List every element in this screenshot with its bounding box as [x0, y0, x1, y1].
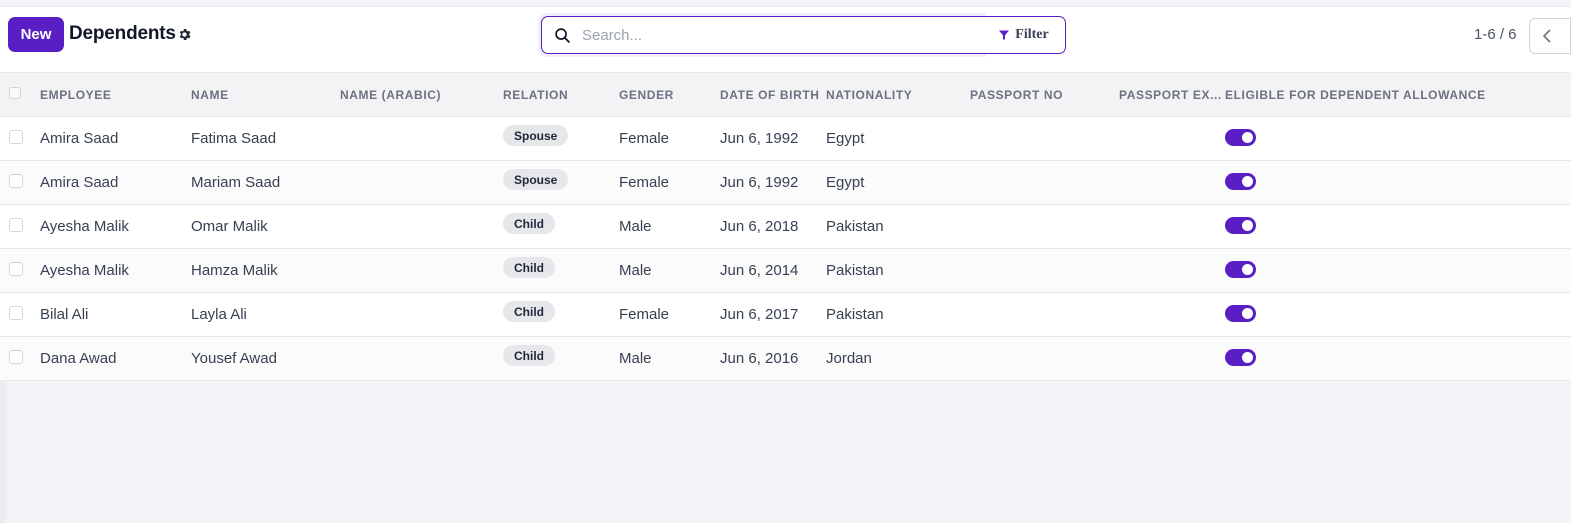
eligible-toggle[interactable]: [1225, 217, 1256, 234]
cell-nationality: Egypt: [826, 174, 865, 191]
dependents-table: EMPLOYEE NAME NAME (ARABIC) RELATION GEN…: [0, 72, 1571, 381]
column-eligible-allowance[interactable]: ELIGIBLE FOR DEPENDENT ALLOWANCE: [1225, 88, 1486, 102]
cell-date-of-birth: Jun 6, 2017: [720, 306, 799, 323]
relation-badge: Child: [503, 213, 555, 234]
row-checkbox[interactable]: [9, 262, 23, 276]
eligible-toggle[interactable]: [1225, 305, 1256, 322]
column-relation[interactable]: RELATION: [503, 88, 568, 102]
cell-date-of-birth: Jun 6, 2016: [720, 350, 799, 367]
row-checkbox[interactable]: [9, 174, 23, 188]
page-title: Dependents: [69, 23, 176, 44]
search-box[interactable]: [541, 16, 983, 54]
table-row[interactable]: Dana Awad Yousef Awad Child Male Jun 6, …: [0, 337, 1571, 381]
cell-nationality: Pakistan: [826, 218, 884, 235]
cell-gender: Female: [619, 306, 670, 323]
eligible-toggle[interactable]: [1225, 261, 1256, 278]
cell-gender: Male: [619, 262, 652, 279]
relation-badge: Spouse: [503, 125, 569, 146]
previous-page-button[interactable]: [1529, 18, 1565, 54]
cell-gender: Male: [619, 218, 652, 235]
cell-date-of-birth: Jun 6, 2014: [720, 262, 799, 279]
top-border: [0, 0, 1571, 7]
column-passport-no[interactable]: PASSPORT NO: [970, 88, 1063, 102]
column-nationality[interactable]: NATIONALITY: [826, 88, 912, 102]
cell-nationality: Pakistan: [826, 262, 884, 279]
eligible-toggle[interactable]: [1225, 349, 1256, 366]
pagination-count: 1-6 / 6: [1474, 26, 1517, 43]
filter-button[interactable]: Filter: [982, 16, 1066, 54]
column-employee[interactable]: EMPLOYEE: [40, 88, 111, 102]
table-row[interactable]: Amira Saad Fatima Saad Spouse Female Jun…: [0, 117, 1571, 161]
relation-badge: Child: [503, 257, 555, 278]
cell-date-of-birth: Jun 6, 1992: [720, 130, 799, 147]
cell-nationality: Pakistan: [826, 306, 884, 323]
cell-date-of-birth: Jun 6, 1992: [720, 174, 799, 191]
cell-employee: Ayesha Malik: [40, 262, 129, 279]
cell-gender: Male: [619, 350, 652, 367]
cell-gender: Female: [619, 130, 670, 147]
cell-nationality: Jordan: [826, 350, 872, 367]
cell-employee: Bilal Ali: [40, 306, 89, 323]
column-name[interactable]: NAME: [191, 88, 229, 102]
table-row[interactable]: Ayesha Malik Omar Malik Child Male Jun 6…: [0, 205, 1571, 249]
cell-gender: Female: [619, 174, 670, 191]
search-icon: [555, 28, 570, 43]
cell-name: Fatima Saad: [191, 130, 277, 147]
filter-label: Filter: [1015, 27, 1049, 42]
relation-badge: Child: [503, 301, 555, 322]
cell-nationality: Egypt: [826, 130, 865, 147]
table-row[interactable]: Bilal Ali Layla Ali Child Female Jun 6, …: [0, 293, 1571, 337]
eligible-toggle[interactable]: [1225, 129, 1256, 146]
cell-employee: Dana Awad: [40, 350, 117, 367]
cell-name: Omar Malik: [191, 218, 268, 235]
cell-name: Layla Ali: [191, 306, 247, 323]
left-edge-shade: [0, 380, 6, 523]
cell-employee: Amira Saad: [40, 130, 119, 147]
relation-badge: Child: [503, 345, 555, 366]
row-checkbox[interactable]: [9, 218, 23, 232]
cell-name: Hamza Malik: [191, 262, 278, 279]
row-checkbox[interactable]: [9, 306, 23, 320]
list-header: New Dependents Filter 1-6 / 6: [0, 7, 1571, 72]
eligible-toggle[interactable]: [1225, 173, 1256, 190]
column-passport-expiry[interactable]: PASSPORT EX...: [1119, 88, 1222, 102]
next-page-button[interactable]: [1564, 18, 1571, 54]
select-all-checkbox[interactable]: [9, 87, 21, 99]
column-date-of-birth[interactable]: DATE OF BIRTH: [720, 88, 820, 102]
column-gender[interactable]: GENDER: [619, 88, 674, 102]
table-row[interactable]: Ayesha Malik Hamza Malik Child Male Jun …: [0, 249, 1571, 293]
search-input[interactable]: [582, 23, 972, 47]
chevron-left-icon: [1542, 29, 1551, 43]
cell-employee: Ayesha Malik: [40, 218, 129, 235]
column-name-arabic[interactable]: NAME (ARABIC): [340, 88, 441, 102]
relation-badge: Spouse: [503, 169, 569, 190]
cell-date-of-birth: Jun 6, 2018: [720, 218, 799, 235]
table-header: EMPLOYEE NAME NAME (ARABIC) RELATION GEN…: [0, 72, 1571, 117]
row-checkbox[interactable]: [9, 350, 23, 364]
filter-icon: [999, 30, 1010, 40]
cell-name: Mariam Saad: [191, 174, 281, 191]
cell-employee: Amira Saad: [40, 174, 119, 191]
cell-name: Yousef Awad: [191, 350, 277, 367]
row-checkbox[interactable]: [9, 130, 23, 144]
table-row[interactable]: Amira Saad Mariam Saad Spouse Female Jun…: [0, 161, 1571, 205]
gear-icon[interactable]: [177, 27, 192, 42]
new-button[interactable]: New: [8, 17, 64, 52]
